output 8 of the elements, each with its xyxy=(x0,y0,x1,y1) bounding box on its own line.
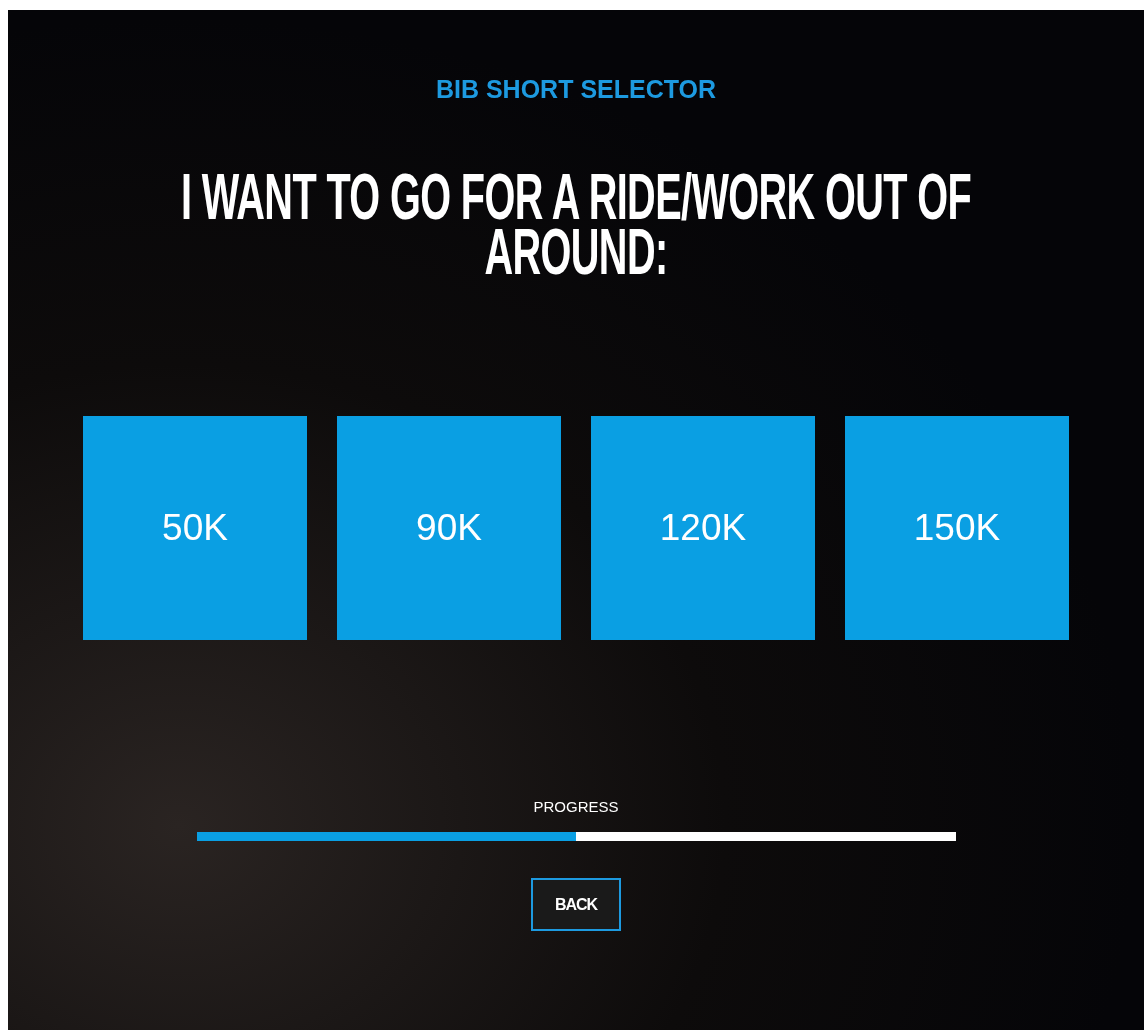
distance-option[interactable]: 150K xyxy=(845,416,1069,640)
progress-label: PROGRESS xyxy=(533,798,619,817)
back-button[interactable]: BACK xyxy=(531,878,621,931)
distance-option[interactable]: 120K xyxy=(591,416,815,640)
distance-option[interactable]: 50K xyxy=(83,416,307,640)
distance-option[interactable]: 90K xyxy=(337,416,561,640)
question-heading: I WANT TO GO FOR A RIDE/WORK OUT OF AROUND: xyxy=(179,170,973,280)
page-title: BIB SHORT SELECTOR xyxy=(435,74,717,105)
